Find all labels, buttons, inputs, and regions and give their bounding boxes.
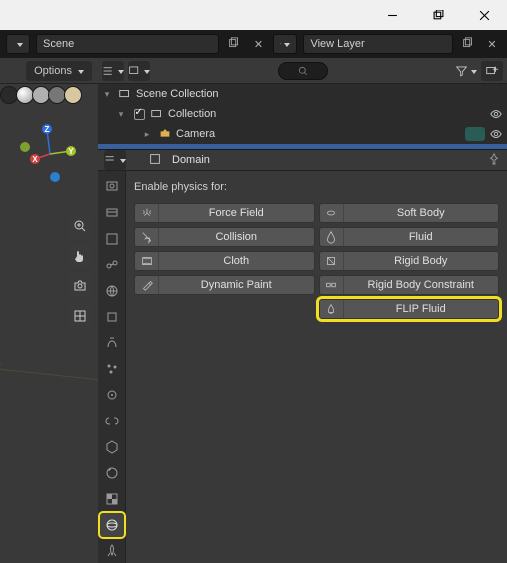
scene-name: Scene: [43, 38, 74, 50]
properties-tab-rocket[interactable]: [100, 539, 124, 563]
fluid-icon: [320, 228, 344, 246]
force-icon: [135, 204, 159, 222]
display-mode-button[interactable]: [102, 61, 124, 81]
minimize-button[interactable]: [369, 0, 415, 30]
viewport-grid-button[interactable]: [68, 304, 92, 328]
physics-rigid-body-button[interactable]: Rigid Body: [319, 251, 500, 271]
properties-tab-particle[interactable]: [100, 357, 124, 381]
layer-name: View Layer: [310, 38, 364, 50]
properties-tab-world[interactable]: [100, 279, 124, 303]
properties-tab-physics2[interactable]: [100, 513, 124, 537]
active-object-name: Domain: [172, 154, 210, 166]
scene-copy-button[interactable]: [225, 34, 243, 54]
viewport-hand-button[interactable]: [68, 244, 92, 268]
properties-header: Domain: [98, 150, 507, 171]
properties-tab-object[interactable]: [100, 305, 124, 329]
physics-flip-fluid-button[interactable]: FLIP Fluid: [319, 299, 500, 319]
viewport-grid-floor: [0, 364, 98, 464]
properties-tab-modifier[interactable]: [100, 331, 124, 355]
collection-row[interactable]: ▾ Collection: [98, 104, 507, 124]
properties-tab-view[interactable]: [100, 227, 124, 251]
gizmo-axis-neg[interactable]: [50, 172, 60, 182]
properties-tab-physics[interactable]: [100, 383, 124, 407]
properties-tab-data[interactable]: [100, 435, 124, 459]
scene-name-field[interactable]: Scene: [36, 34, 219, 54]
physics-soft-body-button[interactable]: Soft Body: [319, 203, 500, 223]
close-button[interactable]: [461, 0, 507, 30]
flip-icon: [320, 300, 344, 318]
properties-tab-constraint[interactable]: [100, 409, 124, 433]
outliner-panel: ▾ Scene Collection ▾ Collection ▸Camera▸…: [98, 84, 507, 150]
physics-rigid-body-constraint-button[interactable]: Rigid Body Constraint: [319, 275, 500, 295]
properties-tab-output[interactable]: [100, 201, 124, 225]
properties-tab-render[interactable]: [100, 175, 124, 199]
physics-fluid-button[interactable]: Fluid: [319, 227, 500, 247]
physics-dynamic-paint-button[interactable]: Dynamic Paint: [134, 275, 315, 295]
shading-mode-4[interactable]: [64, 86, 82, 104]
options-label: Options: [34, 65, 72, 77]
soft-icon: [320, 204, 344, 222]
constraint-icon: [320, 276, 344, 294]
viewport-zoom-button[interactable]: [68, 214, 92, 238]
physics-force-field-button[interactable]: Force Field: [134, 203, 315, 223]
browse-layer-button[interactable]: [273, 34, 297, 54]
window-titlebar: [0, 0, 507, 30]
outliner-toolbar: Options: [0, 58, 507, 84]
physics-panel: Enable physics for: Force FieldSoft Body…: [126, 171, 507, 563]
properties-tab-scene[interactable]: [100, 253, 124, 277]
layer-delete-button[interactable]: ✕: [483, 34, 501, 54]
maximize-button[interactable]: [415, 0, 461, 30]
pin-icon[interactable]: [487, 152, 501, 169]
gizmo-axis-X[interactable]: X: [30, 154, 40, 164]
outliner-item-camera[interactable]: ▸Camera: [98, 124, 507, 144]
main-panel-area: ▾ Scene Collection ▾ Collection ▸Camera▸…: [98, 84, 507, 563]
browse-scene-button[interactable]: [6, 34, 30, 54]
properties-tab-texture[interactable]: [100, 487, 124, 511]
collision-icon: [135, 228, 159, 246]
gizmo-axis-Z[interactable]: Z: [42, 124, 52, 134]
scene-collection-label: Scene Collection: [134, 88, 507, 100]
paint-icon: [135, 276, 159, 294]
camera-badge-icon: [465, 127, 485, 141]
layer-copy-button[interactable]: [459, 34, 477, 54]
physics-cloth-button[interactable]: Cloth: [134, 251, 315, 271]
new-collection-button[interactable]: [481, 61, 503, 81]
gizmo-axis-neg[interactable]: [20, 142, 30, 152]
scene-collection-row[interactable]: ▾ Scene Collection: [98, 84, 507, 104]
options-menu[interactable]: Options: [26, 61, 92, 81]
collection-label: Collection: [166, 108, 485, 120]
viewport-camera-button[interactable]: [68, 274, 92, 298]
object-icon: [148, 152, 162, 169]
outliner-search-field[interactable]: [278, 62, 328, 80]
collection-visibility-icon[interactable]: [485, 107, 507, 121]
rigid-icon: [320, 252, 344, 270]
props-display-button[interactable]: [104, 150, 126, 170]
orientation-gizmo[interactable]: Z Y X: [20, 124, 80, 184]
properties-tab-material[interactable]: [100, 461, 124, 485]
cloth-icon: [135, 252, 159, 270]
shading-mode-buttons: [0, 84, 98, 104]
visibility-toggle[interactable]: [485, 127, 507, 141]
scene-delete-button[interactable]: ✕: [249, 34, 267, 54]
gizmo-axis-Y[interactable]: Y: [66, 146, 76, 156]
filter-button[interactable]: [455, 61, 477, 81]
top-header: Scene ✕ View Layer ✕: [0, 30, 507, 58]
properties-panel: Enable physics for: Force FieldSoft Body…: [98, 171, 507, 563]
properties-tabs: [98, 171, 126, 563]
layer-name-field[interactable]: View Layer: [303, 34, 453, 54]
viewport-left-column: Z Y X: [0, 84, 98, 563]
collection-checkbox[interactable]: [134, 109, 145, 120]
physics-collision-button[interactable]: Collision: [134, 227, 315, 247]
view-layer-filter-button[interactable]: [128, 61, 150, 81]
physics-title: Enable physics for:: [134, 181, 499, 193]
